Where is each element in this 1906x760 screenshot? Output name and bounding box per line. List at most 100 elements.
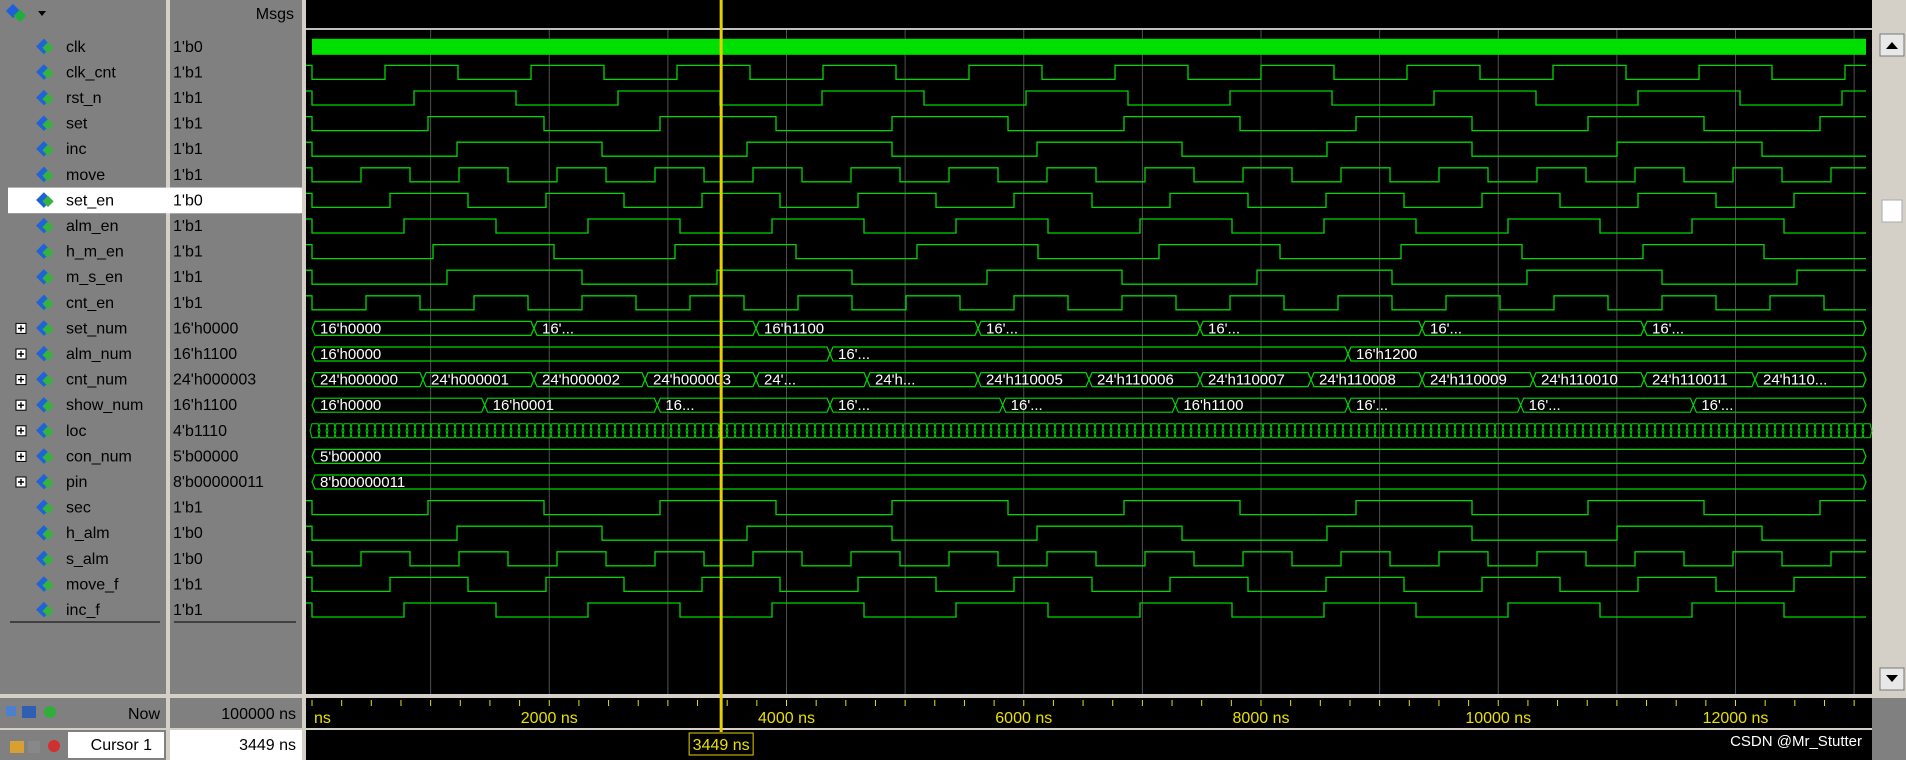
bus-value-label: 24'h110... (1763, 372, 1827, 389)
signal-value: 1'b1 (173, 500, 203, 517)
bus-value-label: 16'h0001 (493, 397, 554, 414)
signal-value: 1'b1 (173, 269, 203, 286)
now-label: Now (128, 706, 160, 723)
bus-value-label: 16'... (1701, 397, 1733, 414)
cursor-time-label: 3449 ns (693, 737, 750, 754)
bus-value-label: 24'h000002 (542, 372, 620, 389)
signal-name[interactable]: h_alm (66, 525, 110, 542)
bus-value-label: 16'... (838, 346, 870, 363)
bus-value-label: 16'h0000 (320, 320, 381, 337)
signal-name[interactable]: show_num (66, 397, 143, 414)
time-tick-label: 10000 ns (1465, 710, 1531, 727)
signal-value: 4'b1110 (173, 423, 227, 440)
bus-value-label: 16'h0000 (320, 346, 381, 363)
signal-name[interactable]: loc (66, 423, 86, 440)
cursor-label: Cursor 1 (91, 737, 152, 754)
bus-value-label: 16'h0000 (320, 397, 381, 414)
signal-value: 1'b0 (173, 192, 203, 209)
time-tick-label: ns (314, 710, 331, 727)
signal-value: 1'b1 (173, 295, 203, 312)
signal-value: 1'b1 (173, 244, 203, 261)
signal-value: 1'b1 (173, 167, 203, 184)
signal-value: 16'h1100 (173, 397, 237, 414)
bus-value-label: 16'... (1430, 320, 1462, 337)
bus-value-label: 24'h110011 (1652, 372, 1728, 389)
bus-value-label: 24'h110006 (1097, 372, 1174, 389)
bus-value-label: 16'... (542, 320, 574, 337)
signal-name[interactable]: cnt_num (66, 372, 127, 389)
signal-value: 16'h0000 (173, 320, 238, 337)
bus-value-label: 16'h1100 (1183, 397, 1243, 414)
wave-window-svg: Msgs Now 100000 ns Cursor 1 3449 ns 16'h… (0, 0, 1906, 760)
now-value: 100000 ns (221, 706, 296, 723)
time-tick-label: 8000 ns (1233, 710, 1290, 727)
signal-value: 1'b1 (173, 116, 203, 133)
signal-value: 1'b1 (173, 141, 203, 158)
signal-value: 1'b0 (173, 39, 203, 56)
signal-name[interactable]: m_s_en (66, 269, 123, 286)
bus-value-label: 16'... (1011, 397, 1043, 414)
signal-name[interactable]: pin (66, 474, 87, 491)
signal-value: 1'b1 (173, 602, 203, 619)
bus-value-label: 24'h110009 (1430, 372, 1507, 389)
signal-name[interactable]: inc (66, 141, 86, 158)
signal-name[interactable]: clk_cnt (66, 64, 116, 81)
signal-value: 1'b1 (173, 218, 203, 235)
bus-value-label: 24'h000003 (653, 372, 731, 389)
signal-name[interactable]: con_num (66, 448, 132, 465)
signal-value: 24'h000003 (173, 372, 256, 389)
signal-name[interactable]: alm_num (66, 346, 132, 363)
signal-name[interactable]: rst_n (66, 90, 102, 107)
time-tick-label: 12000 ns (1703, 710, 1769, 727)
scroll-thumb[interactable] (1881, 199, 1903, 223)
bus-value-label: 24'h110005 (986, 372, 1063, 389)
time-tick-label: 4000 ns (758, 710, 815, 727)
signal-name[interactable]: alm_en (66, 218, 118, 235)
vertical-scrollbar[interactable] (1872, 28, 1906, 694)
bus-value-label: 24'h110008 (1319, 372, 1396, 389)
signal-value: 1'b1 (173, 64, 203, 81)
bus-value-label: 24'... (764, 372, 796, 389)
bus-value-label: 16'... (1652, 320, 1684, 337)
signal-name[interactable]: set (66, 116, 88, 133)
watermark-text: CSDN @Mr_Stutter (1730, 733, 1862, 750)
bus-value-label: 24'h000001 (431, 372, 509, 389)
bus-value-label: 16'... (986, 320, 1018, 337)
bus-value-label: 24'h... (875, 372, 915, 389)
bus-value-label: 16'... (1356, 397, 1388, 414)
signal-value: 1'b0 (173, 551, 203, 568)
signal-name[interactable]: cnt_en (66, 295, 114, 312)
signal-name[interactable]: inc_f (66, 602, 100, 619)
time-tick-label: 6000 ns (995, 710, 1052, 727)
time-tick-label: 2000 ns (521, 710, 578, 727)
signal-name[interactable]: h_m_en (66, 244, 124, 261)
msgs-label: Msgs (256, 6, 294, 23)
bus-value-label: 16'... (1529, 397, 1561, 414)
signal-name[interactable]: move_f (66, 576, 119, 593)
bus-value-label: 24'h110010 (1541, 372, 1618, 389)
bus-value-label: 16'h1200 (1356, 346, 1417, 363)
bus-value-label: 16'... (1208, 320, 1240, 337)
bus-value-label: 8'b00000011 (320, 474, 405, 491)
signal-name[interactable]: set_en (66, 192, 114, 209)
bus-value-label: 16'... (838, 397, 870, 414)
signal-value: 16'h1100 (173, 346, 237, 363)
cursor-ruler (306, 730, 1872, 760)
signal-name[interactable]: set_num (66, 320, 127, 337)
signal-name[interactable]: clk (66, 39, 87, 56)
bus-value-label: 5'b00000 (320, 448, 381, 465)
signal-name[interactable]: sec (66, 500, 91, 517)
wave-window: Msgs Now 100000 ns Cursor 1 3449 ns 16'h… (0, 0, 1906, 760)
toolbar-header (0, 0, 166, 28)
signal-name[interactable]: s_alm (66, 551, 109, 568)
bus-value-label: 24'h110007 (1208, 372, 1285, 389)
signal-value: 1'b1 (173, 576, 203, 593)
lock-icons[interactable] (10, 740, 60, 753)
cursor-value: 3449 ns (239, 737, 296, 754)
signal-value: 1'b1 (173, 90, 203, 107)
signal-value: 5'b00000 (173, 448, 238, 465)
signal-value: 1'b0 (173, 525, 203, 542)
signal-name[interactable]: move (66, 167, 105, 184)
signal-value: 8'b00000011 (173, 474, 264, 491)
clk-wave (312, 38, 1866, 55)
